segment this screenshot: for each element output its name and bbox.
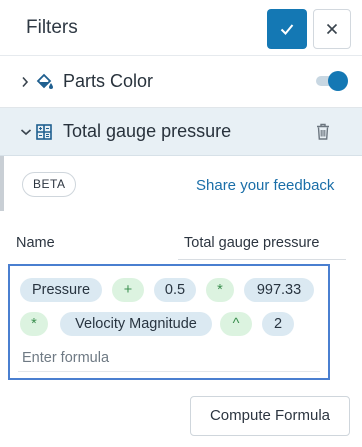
filters-header: Filters: [0, 0, 362, 56]
parts-color-label: Parts Color: [63, 71, 154, 91]
close-icon: [326, 23, 338, 35]
formula-grid-icon: [36, 124, 52, 140]
chevron-right-icon[interactable]: [21, 76, 29, 88]
formula-token[interactable]: *: [20, 312, 48, 336]
formula-token[interactable]: *: [206, 278, 234, 302]
chevron-down-icon[interactable]: [20, 128, 32, 136]
parts-color-toggle[interactable]: [316, 71, 348, 91]
formula-underline: [18, 371, 320, 372]
beta-badge: BETA: [22, 172, 77, 197]
close-button[interactable]: [313, 9, 351, 49]
formula-token[interactable]: 997.33: [244, 278, 314, 302]
name-field-underline: [178, 259, 346, 260]
formula-editor[interactable]: Pressure + 0.5 * 997.33 * Velocity Magni…: [8, 264, 330, 380]
apply-button[interactable]: [267, 9, 307, 49]
compute-formula-button[interactable]: Compute Formula: [190, 396, 350, 436]
checkmark-icon: [280, 24, 294, 35]
formula-token[interactable]: 0.5: [154, 278, 196, 302]
name-label: Name: [16, 235, 55, 251]
formula-token[interactable]: 2: [262, 312, 294, 336]
paint-bucket-icon: [36, 73, 53, 89]
formula-input[interactable]: Enter formula: [22, 350, 109, 366]
feedback-link[interactable]: Share your feedback: [196, 177, 334, 194]
page-title: Filters: [26, 17, 78, 38]
formula-token[interactable]: Velocity Magnitude: [60, 312, 212, 336]
filter-title: Total gauge pressure: [63, 121, 232, 141]
total-gauge-pressure-row[interactable]: Total gauge pressure: [0, 108, 362, 156]
parts-color-row[interactable]: Parts Color: [0, 56, 362, 108]
toggle-knob: [328, 71, 348, 91]
formula-token[interactable]: +: [112, 278, 144, 302]
formula-token[interactable]: Pressure: [20, 278, 102, 302]
section-indicator: [0, 156, 4, 211]
formula-token[interactable]: ^: [220, 312, 252, 336]
filter-details: BETA Share your feedback Name Total gaug…: [0, 156, 362, 447]
name-field[interactable]: Total gauge pressure: [184, 235, 319, 251]
trash-icon[interactable]: [316, 123, 330, 140]
